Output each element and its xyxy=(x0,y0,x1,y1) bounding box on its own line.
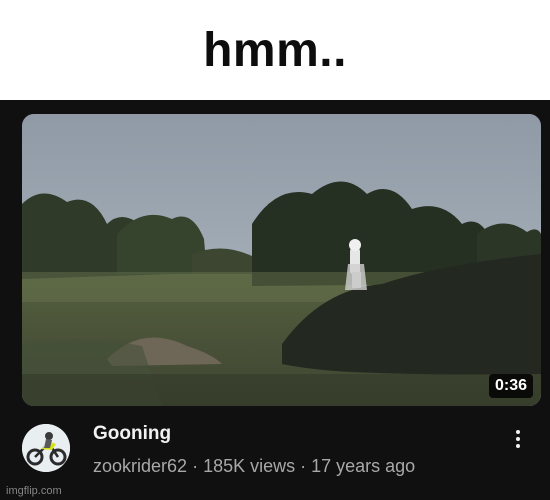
more-vert-icon[interactable] xyxy=(508,425,528,453)
dirt-bike-icon xyxy=(22,424,70,472)
meme-image: hmm.. 0:36 Gooning zookrider62 · 185K vi… xyxy=(0,0,550,500)
channel-name[interactable]: zookrider62 xyxy=(93,456,187,476)
thumbnail-scene xyxy=(22,114,541,406)
video-thumbnail[interactable]: 0:36 xyxy=(22,114,541,406)
meta-separator: · xyxy=(295,456,312,476)
video-card: 0:36 Gooning zookrider62 · 185K views · … xyxy=(0,100,550,500)
channel-avatar[interactable] xyxy=(22,424,70,472)
imgflip-watermark: imgflip.com xyxy=(6,485,62,497)
upload-age: 17 years ago xyxy=(311,456,416,476)
view-count: 185K views xyxy=(203,456,296,476)
video-metadata: zookrider62 · 185K views · 17 years ago xyxy=(93,454,415,478)
video-duration-badge: 0:36 xyxy=(488,374,533,398)
meme-caption: hmm.. xyxy=(203,23,347,77)
meta-separator: · xyxy=(187,456,204,476)
video-title[interactable]: Gooning xyxy=(93,422,171,446)
